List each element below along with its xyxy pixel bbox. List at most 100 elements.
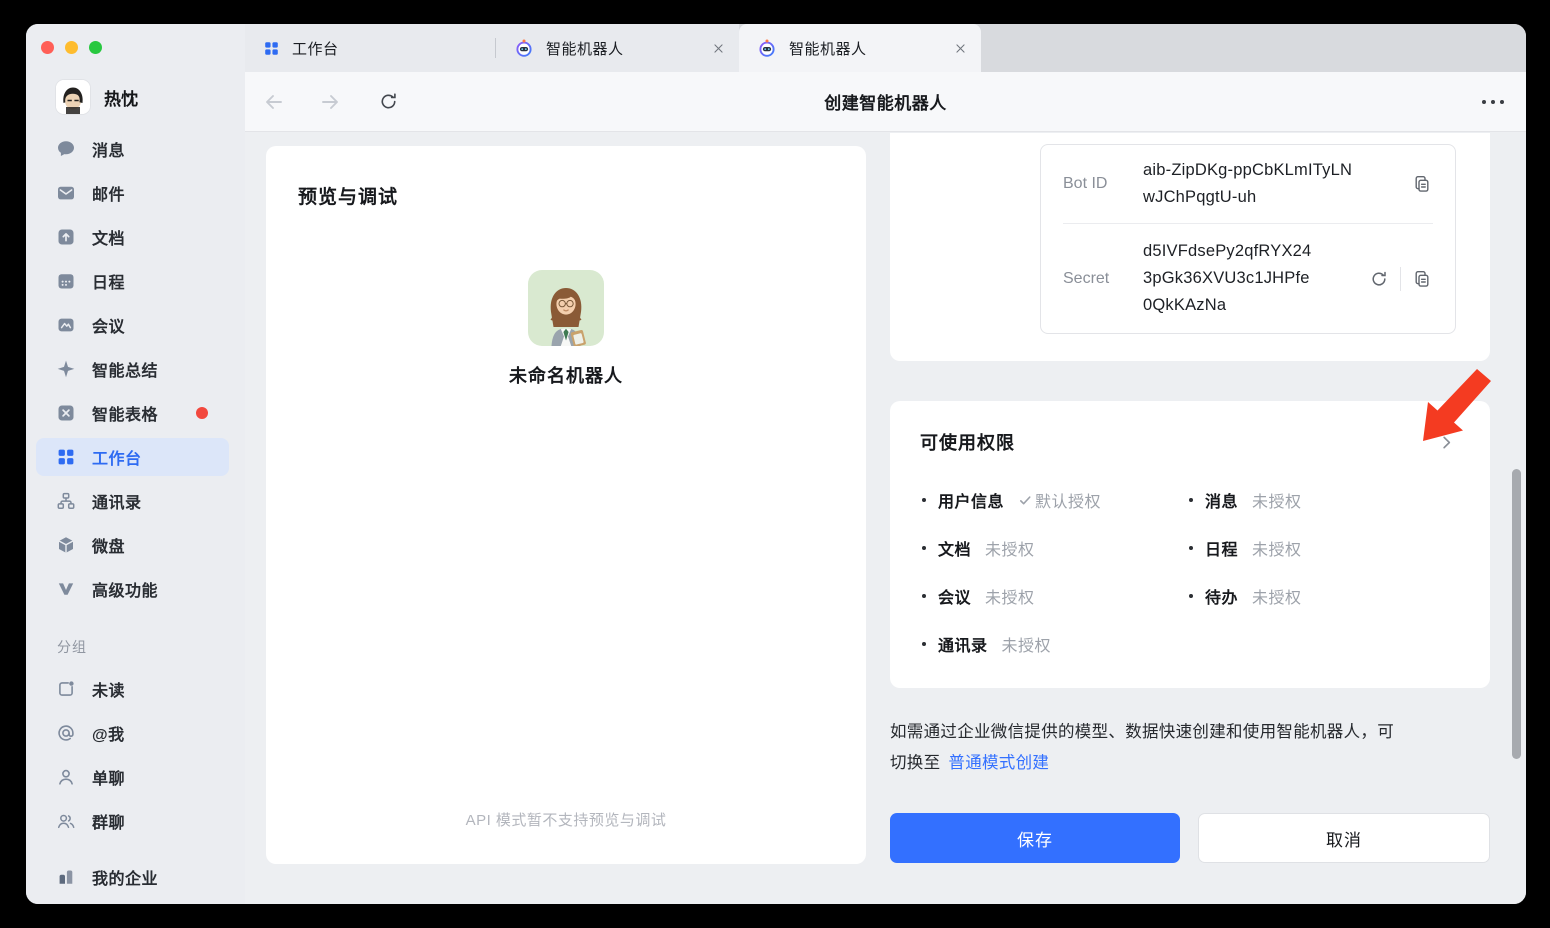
- secret-line1: d5IVFdsePy2qfRYX24: [1143, 242, 1311, 260]
- permission-docs: 文档 未授权: [922, 533, 1189, 563]
- secret-label: Secret: [1063, 270, 1143, 288]
- permission-status: 未授权: [1002, 632, 1052, 656]
- tab-bar: 工作台 智能机器人 智能机器人: [245, 24, 1526, 72]
- bot-id-value: aib-ZipDKg-ppCbKLmITyLN wJChPqgtU-uh: [1143, 157, 1403, 211]
- permission-todos: 待办 未授权: [1189, 581, 1458, 611]
- tab-smart-bot-2[interactable]: 智能机器人: [739, 24, 981, 72]
- v-logo-icon: [56, 579, 76, 599]
- secret-row: Secret d5IVFdsePy2qfRYX24 3pGk36XVU3c1JH…: [1041, 224, 1455, 333]
- bot-id-line2: wJChPqgtU-uh: [1143, 188, 1256, 206]
- enterprise-icon: [56, 867, 76, 887]
- preview-panel-title: 预览与调试: [298, 182, 398, 209]
- close-tab-icon[interactable]: [686, 42, 725, 55]
- sidebar-item-single-chat[interactable]: 单聊: [26, 755, 245, 799]
- zoom-window-button[interactable]: [89, 41, 102, 54]
- sidebar: 热忱 消息 邮件 文档: [26, 24, 245, 904]
- secret-value: d5IVFdsePy2qfRYX24 3pGk36XVU3c1JHPfe 0Qk…: [1143, 238, 1360, 319]
- normal-mode-link[interactable]: 普通模式创建: [948, 754, 1049, 772]
- traffic-lights: [35, 35, 108, 60]
- regenerate-secret-icon[interactable]: [1368, 268, 1390, 290]
- preview-panel: 预览与调试: [266, 146, 866, 864]
- credentials-box: Bot ID aib-ZipDKg-ppCbKLmITyLN wJChPqgtU…: [1040, 144, 1456, 334]
- sidebar-item-workbench[interactable]: 工作台: [36, 438, 229, 476]
- refresh-icon[interactable]: [371, 85, 405, 119]
- bot-name: 未命名机器人: [266, 362, 866, 388]
- cancel-button[interactable]: 取消: [1198, 813, 1490, 863]
- sidebar-item-docs[interactable]: 文档: [26, 215, 245, 259]
- check-icon: [1018, 493, 1033, 508]
- action-divider: [1400, 267, 1401, 291]
- sidebar-item-unread[interactable]: 未读: [26, 667, 245, 711]
- permissions-title: 可使用权限: [920, 429, 1015, 455]
- sidebar-item-schedule[interactable]: 日程: [26, 259, 245, 303]
- permission-status: 未授权: [985, 536, 1035, 560]
- sidebar-item-mail[interactable]: 邮件: [26, 171, 245, 215]
- secret-line2: 3pGk36XVU3c1JHPfe: [1143, 269, 1310, 287]
- app-window: 热忱 消息 邮件 文档: [26, 24, 1526, 904]
- minimize-window-button[interactable]: [65, 41, 78, 54]
- sidebar-group-label: 分组: [26, 611, 245, 667]
- user-name: 热忱: [104, 85, 138, 110]
- unread-badge: [196, 407, 208, 419]
- user-profile[interactable]: 热忱: [56, 80, 138, 114]
- secret-line3: 0QkKAzNa: [1143, 296, 1226, 314]
- sidebar-item-meetings[interactable]: 会议: [26, 303, 245, 347]
- screen: 热忱 消息 邮件 文档: [0, 0, 1550, 928]
- user-avatar: [56, 80, 90, 114]
- more-options-icon[interactable]: [1476, 85, 1510, 119]
- close-tab-icon[interactable]: [928, 42, 967, 55]
- bot-id-row: Bot ID aib-ZipDKg-ppCbKLmITyLN wJChPqgtU…: [1041, 145, 1455, 223]
- robot-icon: [757, 38, 777, 58]
- meeting-icon: [56, 315, 76, 335]
- back-arrow-icon[interactable]: [257, 85, 291, 119]
- bot-avatar: [528, 270, 604, 346]
- sidebar-item-smart-table[interactable]: 智能表格: [26, 391, 245, 435]
- smart-table-icon: [56, 403, 76, 423]
- api-mode-note: API 模式暂不支持预览与调试: [266, 809, 866, 830]
- switch-mode-note: 如需通过企业微信提供的模型、数据快速创建和使用智能机器人，可 切换至普通模式创建: [890, 717, 1480, 779]
- sidebar-item-group-chat[interactable]: 群聊: [26, 799, 245, 843]
- workbench-grid-icon: [56, 447, 76, 467]
- sidebar-item-messages[interactable]: 消息: [26, 127, 245, 171]
- action-buttons: 保存 取消: [890, 813, 1490, 863]
- sidebar-item-drive[interactable]: 微盘: [26, 523, 245, 567]
- sparkle-icon: [56, 359, 76, 379]
- permission-status: 未授权: [1252, 488, 1302, 512]
- permission-user-info: 用户信息 默认授权: [922, 485, 1189, 515]
- permission-status: 未授权: [1252, 536, 1302, 560]
- permission-contacts: 通讯录 未授权: [922, 629, 1189, 659]
- permission-schedule: 日程 未授权: [1189, 533, 1458, 563]
- at-icon: [56, 723, 76, 743]
- document-icon: [56, 227, 76, 247]
- close-window-button[interactable]: [41, 41, 54, 54]
- scrollbar-thumb[interactable]: [1512, 469, 1521, 759]
- sidebar-item-contacts[interactable]: 通讯录: [26, 479, 245, 523]
- sidebar-item-advanced-features[interactable]: 高级功能: [26, 567, 245, 611]
- copy-bot-id-icon[interactable]: [1411, 173, 1433, 195]
- permission-status: 未授权: [1252, 584, 1302, 608]
- sidebar-item-my-enterprise[interactable]: 我的企业: [26, 855, 245, 899]
- robot-icon: [514, 38, 534, 58]
- copy-secret-icon[interactable]: [1411, 268, 1433, 290]
- bot-id-label: Bot ID: [1063, 175, 1143, 193]
- unread-filter-icon: [56, 679, 76, 699]
- chat-bubble-icon: [56, 139, 76, 159]
- permission-meetings: 会议 未授权: [922, 581, 1189, 611]
- person-icon: [56, 767, 76, 787]
- save-button[interactable]: 保存: [890, 813, 1180, 863]
- permission-status: 未授权: [985, 584, 1035, 608]
- org-chart-icon: [56, 491, 76, 511]
- red-arrow-annotation: [1415, 357, 1515, 449]
- main-area: 工作台 智能机器人 智能机器人: [245, 24, 1526, 904]
- sidebar-item-mentions[interactable]: @我: [26, 711, 245, 755]
- forward-arrow-icon[interactable]: [313, 85, 347, 119]
- page-header: 创建智能机器人: [245, 72, 1526, 132]
- permissions-grid: 用户信息 默认授权 消息 未授权 文档 未授权: [890, 485, 1490, 659]
- permission-messages: 消息 未授权: [1189, 485, 1458, 515]
- bot-id-line1: aib-ZipDKg-ppCbKLmITyLN: [1143, 161, 1352, 179]
- tab-smart-bot-1[interactable]: 智能机器人: [496, 24, 739, 72]
- tab-workbench[interactable]: 工作台: [245, 24, 496, 72]
- sidebar-item-smart-summary[interactable]: 智能总结: [26, 347, 245, 391]
- page-title: 创建智能机器人: [824, 89, 947, 114]
- page-content: 预览与调试: [245, 133, 1526, 904]
